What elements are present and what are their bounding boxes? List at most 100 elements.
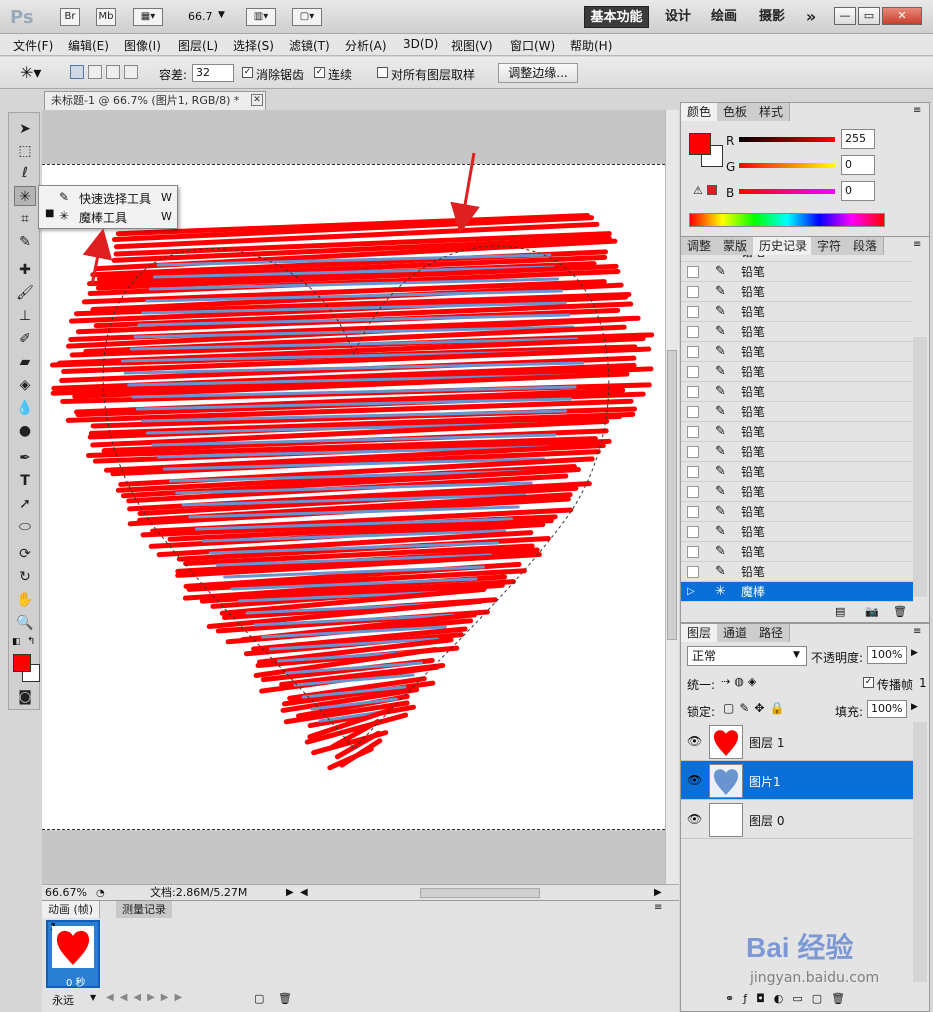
tab-measurement-log[interactable]: 测量记录	[116, 901, 172, 918]
history-brush-source[interactable]	[687, 346, 699, 358]
panel-menu-icon[interactable]: ≡	[913, 105, 921, 116]
history-brush-source[interactable]: ▷	[687, 582, 699, 597]
tab-layers[interactable]: 图层	[681, 624, 719, 642]
tab-masks[interactable]: 蒙版	[717, 237, 755, 255]
history-brush-source[interactable]	[687, 466, 699, 478]
delete-state-icon[interactable]: 🗑	[893, 605, 907, 618]
history-item[interactable]: ✎ 铅笔	[681, 542, 913, 562]
history-brush-source[interactable]	[687, 266, 699, 278]
tab-swatches[interactable]: 色板	[717, 103, 755, 121]
history-item[interactable]: ✎ 铅笔	[681, 442, 913, 462]
layer-row-selected[interactable]: 👁 图片1	[681, 761, 913, 800]
create-snapshot-icon[interactable]: 📷	[865, 605, 879, 618]
green-value-input[interactable]: 0	[841, 155, 875, 175]
tab-paragraph[interactable]: 段落	[847, 237, 885, 255]
opacity-slider-icon[interactable]: ▶	[911, 648, 918, 658]
foreground-color-swatch[interactable]	[13, 654, 31, 672]
tab-color[interactable]: 颜色	[681, 103, 719, 121]
history-brush-source[interactable]	[687, 326, 699, 338]
tab-character[interactable]: 字符	[811, 237, 849, 255]
history-brush-source[interactable]	[687, 526, 699, 538]
history-item[interactable]: ✎ 铅笔	[681, 462, 913, 482]
panel-menu-icon[interactable]: ≡	[913, 626, 921, 637]
opacity-input[interactable]: 100%	[867, 646, 907, 664]
status-menu-arrow-icon[interactable]: ▶	[286, 885, 294, 900]
panel-menu-icon[interactable]: ≡	[913, 239, 921, 250]
history-item[interactable]: ✎ 铅笔	[681, 262, 913, 282]
delete-frame-icon[interactable]: 🗑	[278, 992, 292, 1005]
new-frame-icon[interactable]: ▢	[254, 992, 264, 1005]
lock-icons[interactable]: ▢✎✥🔒	[723, 701, 789, 715]
blue-slider[interactable]	[739, 189, 835, 194]
history-item[interactable]: ✎ 铅笔	[681, 482, 913, 502]
tab-adjustments[interactable]: 调整	[681, 237, 719, 255]
fill-input[interactable]: 100%	[867, 700, 907, 718]
propagate-frame-checkbox[interactable]: ✓	[863, 677, 874, 688]
history-item[interactable]: ✎ 铅笔	[681, 282, 913, 302]
history-brush-source[interactable]	[687, 406, 699, 418]
unify-label: 统一:	[687, 678, 716, 692]
history-item[interactable]: ✎ 铅笔	[681, 422, 913, 442]
blue-value-input[interactable]: 0	[841, 181, 875, 201]
layer-row[interactable]: 👁 图层 1	[681, 722, 913, 761]
history-item[interactable]: ✎ 铅笔	[681, 522, 913, 542]
history-brush-source[interactable]	[687, 546, 699, 558]
history-brush-source[interactable]	[687, 286, 699, 298]
blend-mode-select[interactable]: 正常	[687, 646, 807, 666]
fill-label: 填充:	[835, 705, 864, 719]
status-info-icon[interactable]: ◔	[96, 886, 105, 901]
history-brush-source[interactable]	[687, 486, 699, 498]
horizontal-scroll-thumb[interactable]	[420, 888, 540, 898]
history-item[interactable]: ✎ 铅笔	[681, 255, 913, 262]
color-ramp[interactable]	[689, 213, 885, 227]
loop-select[interactable]: 永远	[52, 992, 74, 1008]
tab-channels[interactable]: 通道	[717, 624, 755, 642]
history-brush-source[interactable]	[687, 306, 699, 318]
tab-paths[interactable]: 路径	[753, 624, 791, 642]
layer-name: 图片1	[749, 775, 781, 789]
fill-slider-icon[interactable]: ▶	[911, 702, 918, 712]
zoom-status[interactable]: 66.67%	[45, 885, 87, 900]
animation-frame[interactable]: 1 0 秒	[46, 920, 100, 989]
red-value-input[interactable]: 255	[841, 129, 875, 149]
vertical-scroll-thumb[interactable]	[667, 350, 677, 640]
gamut-color-swatch[interactable]	[707, 185, 717, 195]
history-item[interactable]: ✎ 铅笔	[681, 402, 913, 422]
out-of-gamut-warning-icon[interactable]: ⚠	[693, 184, 703, 197]
history-brush-source[interactable]	[687, 566, 699, 578]
panel-menu-icon[interactable]: ≡	[654, 902, 662, 913]
history-item[interactable]: ✎ 铅笔	[681, 302, 913, 322]
history-item[interactable]: ✎ 铅笔	[681, 342, 913, 362]
history-item[interactable]: ✎ 铅笔	[681, 322, 913, 342]
playback-controls[interactable]: ◀◀◀▶▶▶	[106, 992, 188, 1003]
eye-icon[interactable]: 👁	[687, 773, 702, 787]
layer-row[interactable]: 👁 图层 0	[681, 800, 913, 839]
red-slider[interactable]	[739, 137, 835, 142]
history-brush-source[interactable]	[687, 366, 699, 378]
history-brush-source[interactable]	[687, 386, 699, 398]
tab-history[interactable]: 历史记录	[753, 237, 815, 255]
history-brush-source[interactable]	[687, 426, 699, 438]
scroll-left-icon[interactable]: ◀	[300, 885, 308, 900]
loop-dropdown-icon[interactable]: ▼	[90, 993, 96, 1002]
blend-mode-dropdown-icon[interactable]: ▼	[793, 650, 800, 660]
frame-delay[interactable]: 0 秒	[66, 974, 86, 989]
history-item[interactable]: ✎ 铅笔	[681, 362, 913, 382]
history-brush-source[interactable]	[687, 506, 699, 518]
history-item[interactable]: ✎ 铅笔	[681, 502, 913, 522]
scroll-right-icon[interactable]: ▶	[654, 885, 662, 900]
tab-animation-frames[interactable]: 动画 (帧)	[42, 901, 101, 918]
color-panel-foreground[interactable]	[689, 133, 711, 155]
history-brush-source[interactable]	[687, 446, 699, 458]
green-slider[interactable]	[739, 163, 835, 168]
tab-styles[interactable]: 样式	[753, 103, 791, 121]
eye-icon[interactable]: 👁	[687, 734, 702, 748]
new-document-from-state-icon[interactable]: ▤	[835, 605, 845, 618]
history-item[interactable]: ✎ 铅笔	[681, 562, 913, 582]
pencil-icon: ✎	[715, 504, 726, 519]
unify-icons[interactable]: ⇢◍◈	[721, 675, 760, 688]
eye-icon[interactable]: 👁	[687, 812, 702, 826]
history-scrollbar[interactable]	[913, 337, 927, 597]
history-item[interactable]: ▷ ✳ 魔棒	[681, 582, 913, 602]
history-item[interactable]: ✎ 铅笔	[681, 382, 913, 402]
